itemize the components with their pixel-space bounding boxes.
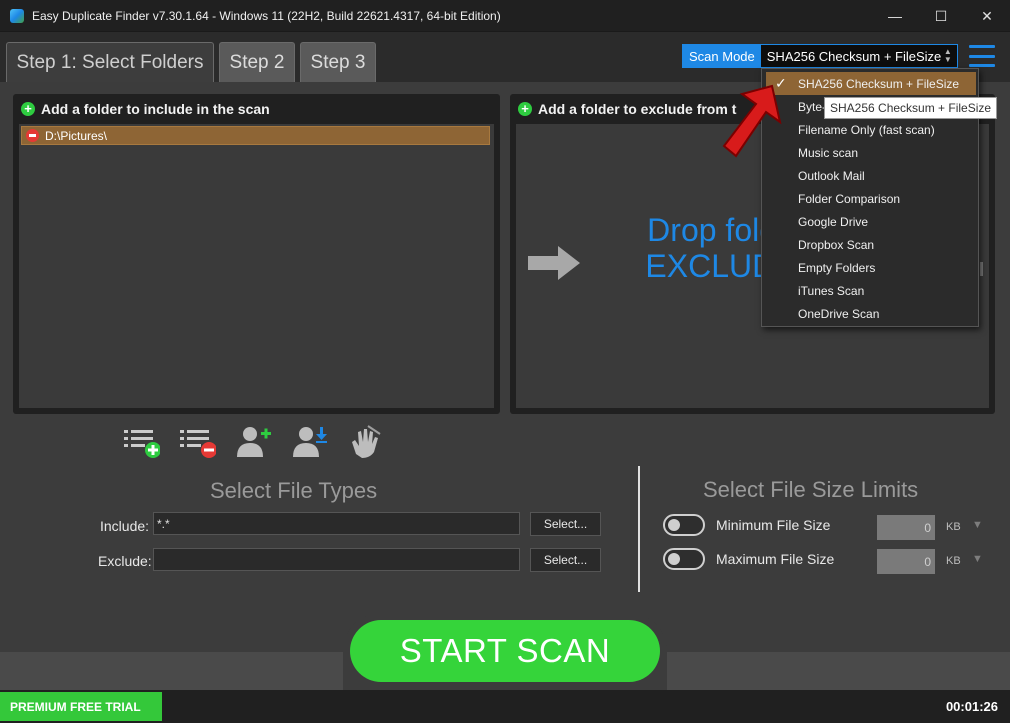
- exclude-panel-title[interactable]: Add a folder to exclude from t: [538, 101, 736, 117]
- exclude-types-field[interactable]: [153, 548, 520, 571]
- min-size-input[interactable]: 0: [877, 515, 935, 540]
- tab-step-1[interactable]: Step 1: Select Folders: [6, 42, 214, 82]
- scan-mode-option[interactable]: Filename Only (fast scan): [762, 118, 978, 141]
- scan-mode-option[interactable]: Music scan: [762, 141, 978, 164]
- scrollbar-thumb[interactable]: [980, 262, 983, 276]
- include-select-button[interactable]: Select...: [530, 512, 601, 536]
- add-user-icon[interactable]: [234, 424, 272, 460]
- include-folder-list[interactable]: D:\Pictures\: [19, 124, 494, 408]
- file-size-title: Select File Size Limits: [703, 477, 919, 502]
- chevron-down-icon[interactable]: ▼: [972, 553, 983, 565]
- scan-mode-option[interactable]: Outlook Mail: [762, 164, 978, 187]
- scan-mode-select[interactable]: SHA256 Checksum + FileSize ▲ ▼: [760, 45, 957, 67]
- max-size-label: Maximum File Size: [716, 551, 835, 567]
- maximize-button[interactable]: ☐: [918, 0, 964, 32]
- tab-step-2[interactable]: Step 2: [219, 42, 295, 82]
- include-panel-title[interactable]: Add a folder to include in the scan: [41, 101, 270, 117]
- exclude-select-button[interactable]: Select...: [530, 548, 601, 572]
- scan-mode-tooltip: SHA256 Checksum + FileSize: [824, 97, 998, 119]
- exclude-label: Exclude:: [98, 553, 152, 569]
- include-types-field[interactable]: *.*: [153, 512, 520, 535]
- import-user-icon[interactable]: [290, 424, 328, 460]
- file-types-title: Select File Types: [210, 478, 378, 503]
- scan-mode-option[interactable]: OneDrive Scan: [762, 302, 978, 325]
- drag-hand-icon[interactable]: [346, 424, 384, 460]
- add-list-icon[interactable]: [122, 424, 160, 460]
- folder-row[interactable]: D:\Pictures\: [21, 126, 490, 145]
- status-bar: PREMIUM FREE TRIAL 00:01:26: [0, 690, 1010, 723]
- close-button[interactable]: ✕: [964, 0, 1010, 32]
- include-label: Include:: [100, 518, 150, 534]
- tab-step-3[interactable]: Step 3: [300, 42, 376, 82]
- scan-mode-value: SHA256 Checksum + FileSize: [766, 48, 942, 64]
- pointer-arrow-icon: [722, 84, 782, 158]
- remove-minus-icon[interactable]: [26, 129, 39, 142]
- min-size-label: Minimum File Size: [716, 517, 831, 533]
- window-title: Easy Duplicate Finder v7.30.1.64 - Windo…: [32, 8, 501, 23]
- max-size-input[interactable]: 0: [877, 549, 935, 574]
- folder-path: D:\Pictures\: [45, 128, 108, 143]
- scan-mode-control: Scan Mode SHA256 Checksum + FileSize ▲ ▼: [682, 44, 958, 68]
- scan-mode-option[interactable]: Folder Comparison: [762, 187, 978, 210]
- scan-mode-option[interactable]: iTunes Scan: [762, 279, 978, 302]
- scan-mode-option[interactable]: ✓ SHA256 Checksum + FileSize: [766, 72, 976, 95]
- chevron-down-icon[interactable]: ▼: [972, 519, 983, 531]
- add-plus-icon[interactable]: +: [518, 102, 532, 116]
- scan-mode-option[interactable]: Google Drive: [762, 210, 978, 233]
- scan-mode-label: Scan Mode: [683, 45, 761, 67]
- min-size-unit: KB: [946, 521, 961, 533]
- include-folders-panel: + Add a folder to include in the scan D:…: [13, 94, 500, 414]
- remove-list-icon[interactable]: [178, 424, 216, 460]
- title-bar: Easy Duplicate Finder v7.30.1.64 - Windo…: [0, 0, 1010, 32]
- app-logo-icon: [10, 8, 24, 23]
- hamburger-menu-icon[interactable]: [969, 45, 995, 67]
- arrow-right-icon: [528, 246, 580, 280]
- section-divider: [638, 466, 640, 592]
- scan-mode-option[interactable]: Dropbox Scan: [762, 233, 978, 256]
- updown-arrow-icon: ▲ ▼: [943, 47, 952, 64]
- scan-mode-option[interactable]: Empty Folders: [762, 256, 978, 279]
- max-size-toggle[interactable]: [663, 548, 705, 570]
- premium-trial-badge[interactable]: PREMIUM FREE TRIAL: [0, 692, 162, 721]
- add-plus-icon[interactable]: +: [21, 102, 35, 116]
- max-size-unit: KB: [946, 555, 961, 567]
- folder-toolbar: [122, 424, 384, 460]
- start-scan-button[interactable]: START SCAN: [350, 620, 660, 682]
- min-size-toggle[interactable]: [663, 514, 705, 536]
- elapsed-timer: 00:01:26: [945, 699, 998, 714]
- minimize-button[interactable]: —: [872, 0, 918, 32]
